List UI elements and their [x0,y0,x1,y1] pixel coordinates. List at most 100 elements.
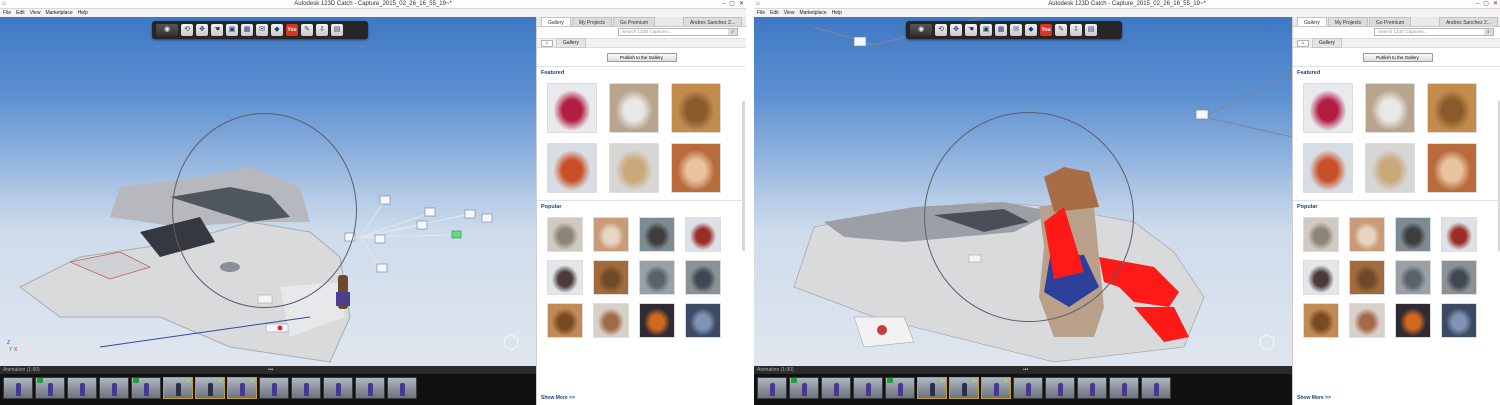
tab-user-account[interactable]: Andres Sanchez 2... [1438,17,1498,26]
menu-view[interactable]: View [30,9,41,17]
minimize-button[interactable]: – [722,0,725,9]
gallery-thumbnail-dragon[interactable] [671,83,721,133]
publish-button[interactable]: Publish to the Gallery [606,53,677,62]
vertical-scrollbar[interactable] [742,101,745,251]
photo-thumbnail[interactable]: ▲ [163,377,193,399]
gallery-thumbnail-stone-statue[interactable] [1395,260,1431,295]
gallery-thumbnail-small-figure[interactable] [1303,260,1339,295]
camera-icon[interactable]: ◉ [910,24,932,36]
pan-icon[interactable]: ✥ [196,24,208,36]
menu-edit[interactable]: Edit [770,9,779,17]
gallery-thumbnail-armor[interactable] [685,303,721,338]
menu-file[interactable]: File [3,9,11,17]
gallery-thumbnail-skull-fish[interactable] [609,143,659,193]
menu-file[interactable]: File [757,9,765,17]
navigation-cube-icon[interactable]: ⬡ [496,330,526,356]
home-dropdown-icon[interactable]: ⌂ [541,39,553,47]
gallery-thumbnail-armor[interactable] [1441,303,1477,338]
photo-thumbnail[interactable]: ▲ [981,377,1011,399]
gallery-thumbnail-shoe[interactable] [1441,217,1477,252]
mesh-icon[interactable]: ▦ [241,24,253,36]
page-icon[interactable]: ▤ [1085,24,1097,36]
tab-user-account[interactable]: Andres Sanchez 2... [682,17,742,26]
gallery-thumbnail-animal-skull[interactable] [1349,217,1385,252]
maximize-button[interactable]: ▢ [729,0,735,9]
photo-thumbnail[interactable] [757,377,787,399]
photo-thumbnail[interactable]: ▲ [917,377,947,399]
gallery-thumbnail-mask[interactable] [593,303,629,338]
gallery-thumbnail-dragon-mask[interactable] [1395,303,1431,338]
gallery-thumbnail-gear-object[interactable] [1395,217,1431,252]
expand-handle-icon[interactable]: ••• [268,367,273,373]
share-icon[interactable]: ✉ [1010,24,1022,36]
expand-handle-icon[interactable]: ••• [1023,367,1028,373]
orbit-icon[interactable]: ⟲ [181,24,193,36]
3d-viewport[interactable]: ◉ ⟲ ✥ ☚ ▣ ▦ ✉ ◆ You ✎ ⇩ ▤ Z Y X ⬡ [0,17,536,366]
gallery-thumbnail-mask[interactable] [1349,303,1385,338]
orbit-icon[interactable]: ⟲ [935,24,947,36]
photo-thumbnail[interactable] [1013,377,1043,399]
gallery-thumbnail-skull[interactable] [1303,217,1339,252]
diamond-icon[interactable]: ◆ [271,24,283,36]
capture-icon[interactable]: ▣ [980,24,992,36]
tab-go-premium[interactable]: Go Premium [1368,17,1412,26]
show-more-link[interactable]: Show More >> [541,395,575,401]
page-icon[interactable]: ▤ [331,24,343,36]
close-button[interactable]: ✕ [1493,0,1498,9]
tab-my-projects[interactable]: My Projects [1327,17,1368,26]
orbit-ring[interactable] [172,113,357,308]
photo-thumbnail[interactable] [1141,377,1171,399]
gallery-thumbnail-dragon-mask[interactable] [639,303,675,338]
photo-thumbnail[interactable] [355,377,385,399]
gallery-thumbnail-animal-skull[interactable] [593,217,629,252]
photo-thumbnail[interactable] [1045,377,1075,399]
show-more-link[interactable]: Show More >> [1297,395,1331,401]
gallery-thumbnail-wood-carving[interactable] [547,303,583,338]
photo-thumbnail[interactable] [259,377,289,399]
photo-thumbnail[interactable] [99,377,129,399]
photo-thumbnail[interactable] [789,377,819,399]
gallery-thumbnail-ram-head[interactable] [685,260,721,295]
menu-marketplace[interactable]: Marketplace [45,9,72,17]
search-icon[interactable]: ⌕ [1484,29,1493,35]
pan-icon[interactable]: ✥ [950,24,962,36]
tab-my-projects[interactable]: My Projects [571,17,612,26]
photo-thumbnail[interactable] [885,377,915,399]
publish-button[interactable]: Publish to the Gallery [1362,53,1433,62]
pencil-icon[interactable]: ✎ [301,24,313,36]
breadcrumb-gallery[interactable]: Gallery [556,38,586,48]
gallery-thumbnail-cat-figurine[interactable] [609,83,659,133]
capture-icon[interactable]: ▣ [226,24,238,36]
gallery-thumbnail-chicken[interactable] [547,143,597,193]
gallery-thumbnail-small-figure[interactable] [547,260,583,295]
export-icon[interactable]: ⇩ [316,24,328,36]
camera-icon[interactable]: ◉ [156,24,178,36]
gallery-thumbnail-lion-statue[interactable] [593,260,629,295]
mesh-icon[interactable]: ▦ [995,24,1007,36]
maximize-button[interactable]: ▢ [1483,0,1489,9]
tab-gallery[interactable]: Gallery [541,17,571,26]
gallery-thumbnail-seahorse[interactable] [1427,143,1477,193]
tab-go-premium[interactable]: Go Premium [612,17,656,26]
gallery-thumbnail-stone-statue[interactable] [639,260,675,295]
photo-thumbnail[interactable] [1077,377,1107,399]
photo-thumbnail[interactable] [35,377,65,399]
photo-thumbnail[interactable] [291,377,321,399]
share-icon[interactable]: ✉ [256,24,268,36]
search-input[interactable]: Search 123D Captures... ⌕ [1374,28,1494,36]
gallery-thumbnail-gear-object[interactable] [639,217,675,252]
photo-thumbnail[interactable]: ▲ [227,377,257,399]
gallery-thumbnail-gnome[interactable] [1303,83,1353,133]
hand-icon[interactable]: ☚ [211,24,223,36]
menu-edit[interactable]: Edit [16,9,25,17]
photo-thumbnail[interactable] [323,377,353,399]
gallery-thumbnail-cat-figurine[interactable] [1365,83,1415,133]
hand-icon[interactable]: ☚ [965,24,977,36]
gallery-thumbnail-seahorse[interactable] [671,143,721,193]
tab-gallery[interactable]: Gallery [1297,17,1327,26]
gallery-thumbnail-chicken[interactable] [1303,143,1353,193]
navigation-cube-icon[interactable]: ⬡ [1252,330,1282,356]
breadcrumb-gallery[interactable]: Gallery [1312,38,1342,48]
3d-viewport[interactable]: ◉ ⟲ ✥ ☚ ▣ ▦ ✉ ◆ You ✎ ⇩ ▤ ⬡ [754,17,1292,366]
animation-bar[interactable]: Animation (1:00) ••• [0,366,536,374]
